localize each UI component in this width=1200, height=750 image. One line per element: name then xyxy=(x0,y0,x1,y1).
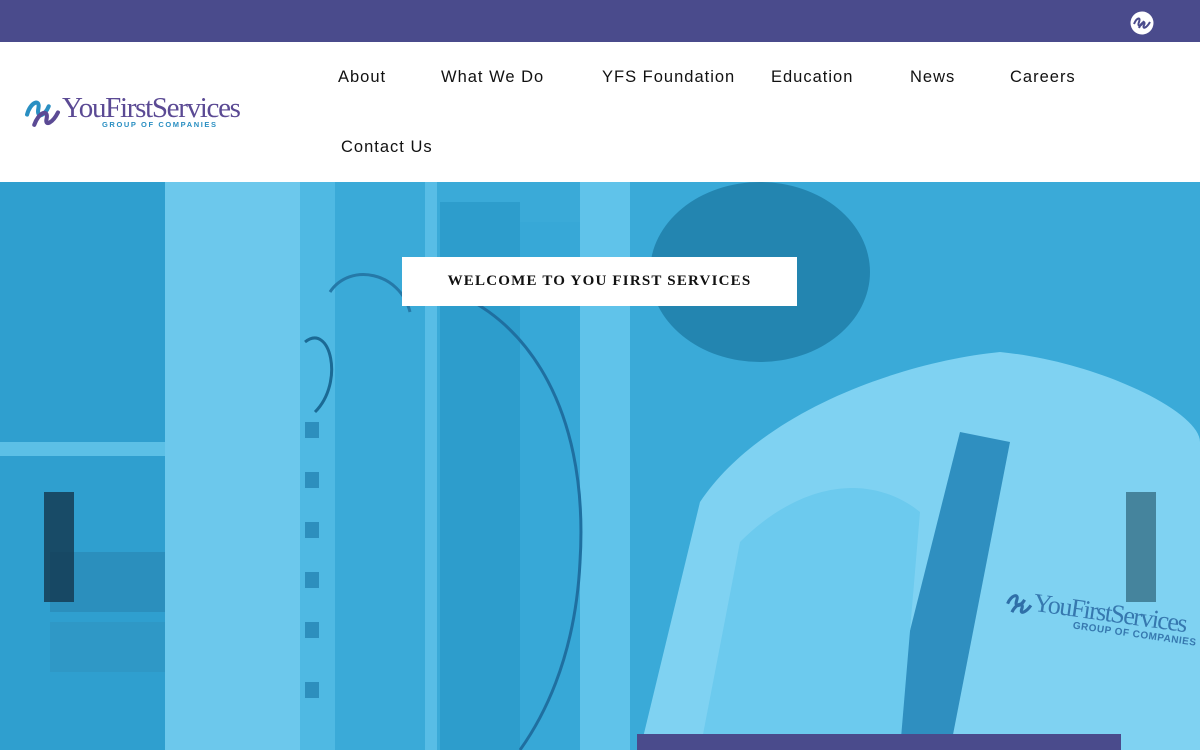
bottom-panel xyxy=(637,734,1121,750)
yfs-swirl-logo-icon xyxy=(1006,594,1033,614)
nav-careers[interactable]: Careers xyxy=(1010,68,1076,87)
nav-news[interactable]: News xyxy=(910,68,955,87)
yfs-swirl-logo-icon xyxy=(25,100,60,127)
nav-what-we-do[interactable]: What We Do xyxy=(441,68,544,87)
hero-slider: WELCOME TO YOU FIRST SERVICES YouFirstSe… xyxy=(0,182,1200,750)
nav-about[interactable]: About xyxy=(338,68,386,87)
nav-contact-us[interactable]: Contact Us xyxy=(341,138,433,157)
nav-education[interactable]: Education xyxy=(771,68,853,87)
slider-next-arrow-icon[interactable] xyxy=(1126,492,1156,602)
site-header: YouFirstServices GROUP OF COMPANIES Abou… xyxy=(0,42,1200,182)
welcome-banner: WELCOME TO YOU FIRST SERVICES xyxy=(402,257,797,306)
top-bar xyxy=(0,0,1200,42)
brand-logo[interactable]: YouFirstServices GROUP OF COMPANIES xyxy=(24,92,264,134)
brand-tagline: GROUP OF COMPANIES xyxy=(102,120,218,129)
slider-prev-arrow-icon[interactable] xyxy=(44,492,74,602)
welcome-heading: WELCOME TO YOU FIRST SERVICES xyxy=(447,273,752,289)
yfs-swirl-logo-icon[interactable] xyxy=(1130,11,1154,35)
nav-yfs-foundation[interactable]: YFS Foundation xyxy=(602,68,735,87)
